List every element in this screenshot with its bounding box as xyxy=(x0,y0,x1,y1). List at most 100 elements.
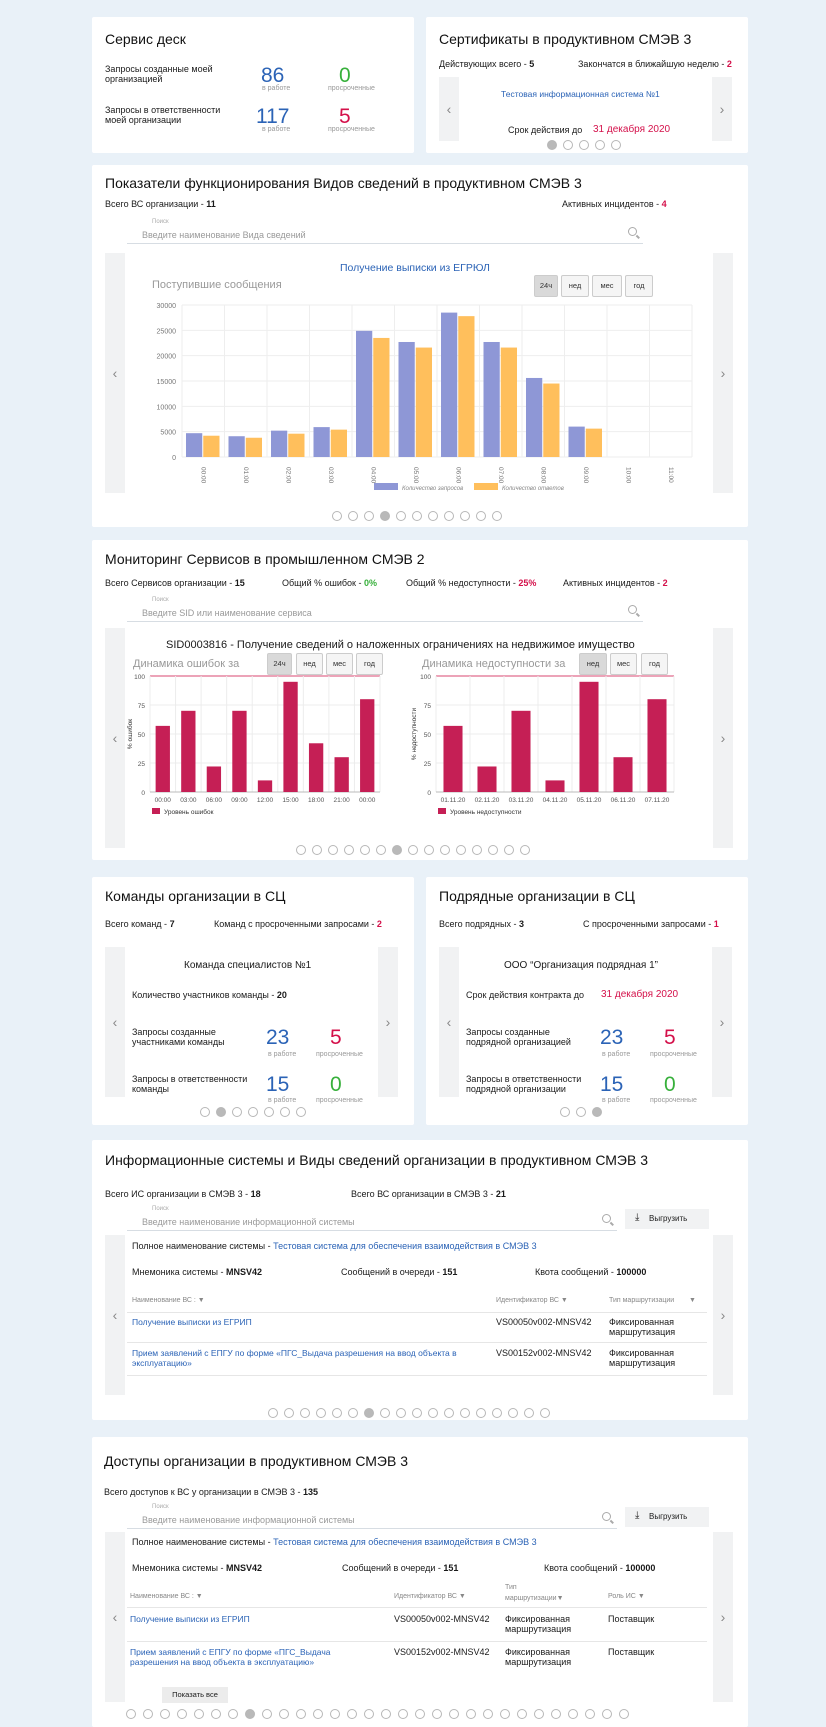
page-dot[interactable] xyxy=(579,140,589,150)
page-dot[interactable] xyxy=(332,511,342,521)
page-dot[interactable] xyxy=(517,1709,527,1719)
page-dot[interactable] xyxy=(280,1107,290,1117)
page-dot[interactable] xyxy=(585,1709,595,1719)
page-dot[interactable] xyxy=(444,1408,454,1418)
page-dot[interactable] xyxy=(245,1709,255,1719)
page-dot[interactable] xyxy=(547,140,557,150)
team-created-overdue[interactable]: 5 xyxy=(330,1026,342,1050)
page-dot[interactable] xyxy=(332,1408,342,1418)
page-dot[interactable] xyxy=(428,511,438,521)
page-dot[interactable] xyxy=(483,1709,493,1719)
vs-search-input[interactable]: Поиск Введите наименование Вида сведений xyxy=(127,219,643,244)
access-col-id[interactable]: Идентификатор ВС ▼ xyxy=(394,1593,466,1600)
is-row-2-name[interactable]: Прием заявлений с ЕПГУ по форме «ПГС_Выд… xyxy=(132,1348,482,1368)
certs-next-arrow[interactable]: › xyxy=(712,77,732,141)
page-dot[interactable] xyxy=(602,1709,612,1719)
page-dot[interactable] xyxy=(211,1709,221,1719)
page-dot[interactable] xyxy=(360,845,370,855)
page-dot[interactable] xyxy=(396,1408,406,1418)
page-dot[interactable] xyxy=(472,845,482,855)
certs-prev-arrow[interactable]: ‹ xyxy=(439,77,459,141)
page-dot[interactable] xyxy=(492,511,502,521)
access-row-1-name[interactable]: Получение выписки из ЕГРИП xyxy=(130,1614,360,1624)
access-fullname-link[interactable]: Тестовая система для обеспечения взаимод… xyxy=(273,1537,537,1547)
page-dot[interactable] xyxy=(228,1709,238,1719)
page-dot[interactable] xyxy=(296,1107,306,1117)
page-dot[interactable] xyxy=(330,1709,340,1719)
contractor-created-work[interactable]: 23 xyxy=(600,1026,623,1050)
col-vs-name[interactable]: Наименование ВС : ▼ xyxy=(132,1297,205,1304)
page-dot[interactable] xyxy=(392,845,402,855)
page-dot[interactable] xyxy=(296,845,306,855)
show-all-button[interactable]: Показать все xyxy=(162,1687,228,1703)
team-created-work[interactable]: 23 xyxy=(266,1026,289,1050)
contractor-created-overdue[interactable]: 5 xyxy=(664,1026,676,1050)
page-dot[interactable] xyxy=(328,845,338,855)
team-resp-overdue[interactable]: 0 xyxy=(330,1073,342,1097)
page-dot[interactable] xyxy=(348,1408,358,1418)
access-row-2-name[interactable]: Прием заявлений с ЕПГУ по форме «ПГС_Выд… xyxy=(130,1647,360,1667)
page-dot[interactable] xyxy=(194,1709,204,1719)
page-dot[interactable] xyxy=(476,1408,486,1418)
page-dot[interactable] xyxy=(488,845,498,855)
page-dot[interactable] xyxy=(534,1709,544,1719)
page-dot[interactable] xyxy=(540,1408,550,1418)
page-dot[interactable] xyxy=(444,511,454,521)
page-dot[interactable] xyxy=(500,1709,510,1719)
page-dot[interactable] xyxy=(380,511,390,521)
page-dot[interactable] xyxy=(364,1408,374,1418)
access-search-input[interactable]: Поиск Введите наименование информационно… xyxy=(127,1504,617,1529)
page-dot[interactable] xyxy=(415,1709,425,1719)
service-search-input[interactable]: Поиск Введите SID или наименование серви… xyxy=(127,597,643,622)
page-dot[interactable] xyxy=(449,1709,459,1719)
page-dot[interactable] xyxy=(595,140,605,150)
page-dot[interactable] xyxy=(412,1408,422,1418)
page-dot[interactable] xyxy=(364,511,374,521)
page-dot[interactable] xyxy=(300,1408,310,1418)
monitoring-next-arrow[interactable]: › xyxy=(713,628,733,848)
access-col-route[interactable]: Тип маршрутизации▼ xyxy=(505,1582,564,1604)
page-dot[interactable] xyxy=(428,1408,438,1418)
col-vs-id[interactable]: Идентификатор ВС ▼ xyxy=(496,1297,568,1304)
page-dot[interactable] xyxy=(344,845,354,855)
page-dot[interactable] xyxy=(524,1408,534,1418)
page-dot[interactable] xyxy=(376,845,386,855)
page-dot[interactable] xyxy=(520,845,530,855)
contractor-resp-overdue[interactable]: 0 xyxy=(664,1073,676,1097)
page-dot[interactable] xyxy=(432,1709,442,1719)
page-dot[interactable] xyxy=(460,1408,470,1418)
page-dot[interactable] xyxy=(216,1107,226,1117)
filter-icon[interactable]: ▼ xyxy=(689,1297,696,1304)
page-dot[interactable] xyxy=(348,511,358,521)
page-dot[interactable] xyxy=(460,511,470,521)
contractor-resp-work[interactable]: 15 xyxy=(600,1073,623,1097)
page-dot[interactable] xyxy=(296,1709,306,1719)
page-dot[interactable] xyxy=(268,1408,278,1418)
page-dot[interactable] xyxy=(592,1107,602,1117)
access-prev-arrow[interactable]: ‹ xyxy=(105,1532,125,1702)
col-route[interactable]: Тип маршрутизации xyxy=(609,1297,674,1304)
page-dot[interactable] xyxy=(126,1709,136,1719)
is-search-input[interactable]: Поиск Введите наименование информационно… xyxy=(127,1206,617,1231)
is-next-arrow[interactable]: › xyxy=(713,1235,733,1395)
page-dot[interactable] xyxy=(279,1709,289,1719)
page-dot[interactable] xyxy=(611,140,621,150)
is-export-button[interactable]: ⤓ Выгрузить xyxy=(625,1209,709,1229)
page-dot[interactable] xyxy=(576,1107,586,1117)
page-dot[interactable] xyxy=(232,1107,242,1117)
page-dot[interactable] xyxy=(492,1408,502,1418)
contractors-next-arrow[interactable]: › xyxy=(712,947,732,1097)
page-dot[interactable] xyxy=(160,1709,170,1719)
page-dot[interactable] xyxy=(284,1408,294,1418)
page-dot[interactable] xyxy=(408,845,418,855)
access-col-name[interactable]: Наименование ВС : ▼ xyxy=(130,1593,203,1600)
page-dot[interactable] xyxy=(248,1107,258,1117)
page-dot[interactable] xyxy=(262,1709,272,1719)
is-row-1-name[interactable]: Получение выписки из ЕГРИП xyxy=(132,1317,462,1327)
page-dot[interactable] xyxy=(563,140,573,150)
page-dot[interactable] xyxy=(508,1408,518,1418)
access-col-role[interactable]: Роль ИС ▼ xyxy=(608,1593,645,1600)
page-dot[interactable] xyxy=(177,1709,187,1719)
access-next-arrow[interactable]: › xyxy=(713,1532,733,1702)
page-dot[interactable] xyxy=(380,1408,390,1418)
